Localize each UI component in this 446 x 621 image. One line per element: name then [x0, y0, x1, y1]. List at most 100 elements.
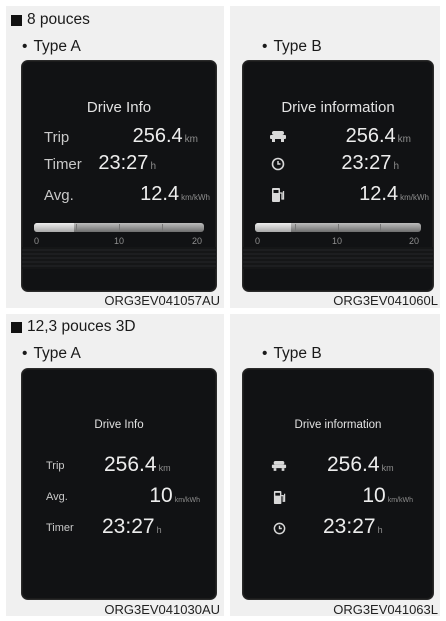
- row-label: Avg.: [44, 187, 74, 204]
- value-unit: km: [397, 134, 411, 145]
- subheading-type-b: • Type B: [262, 345, 322, 363]
- section-heading-12in: 12,3 pouces 3D: [11, 318, 136, 336]
- section-title: 12,3 pouces 3D: [27, 318, 136, 335]
- gauge-tick-label: 20: [192, 236, 203, 246]
- value-number: 256.4: [104, 453, 157, 476]
- row-value: 10 km/kWh: [362, 484, 413, 508]
- section-heading-8in: 8 pouces: [11, 11, 90, 29]
- info-row: 23:27 h: [243, 152, 433, 178]
- value-number: 12.4: [359, 183, 399, 205]
- screen-title: Drive information: [281, 99, 395, 116]
- info-row: Avg. 10 km/kWh: [22, 484, 216, 510]
- value-unit: km/kWh: [174, 497, 200, 504]
- gauge-tick: [162, 224, 163, 231]
- row-label: Avg.: [46, 491, 68, 503]
- info-row: Trip 256.4 km: [22, 125, 216, 151]
- info-row: 10 km/kWh: [243, 484, 433, 510]
- efficiency-gauge: 0 10 20: [255, 223, 421, 247]
- charging-station-icon: [271, 187, 285, 208]
- info-row: Trip 256.4 km: [22, 453, 216, 479]
- gauge-tick-label: 0: [255, 236, 261, 246]
- info-row: Avg. 12.4 km/kWh: [22, 183, 216, 209]
- value-unit: h: [156, 525, 162, 535]
- screen-title: Drive information: [294, 419, 382, 431]
- value-number: 23:27: [323, 515, 376, 538]
- gauge-tick: [338, 224, 339, 231]
- row-label: Timer: [44, 156, 82, 173]
- row-value: 12.4 km/kWh: [359, 183, 429, 206]
- cluster-screen-12in-type-a: Drive Info Trip 256.4 km Avg. 10 km/kWh Ti…: [21, 368, 217, 600]
- bullet-icon: •: [262, 38, 268, 55]
- value-unit: km: [381, 463, 394, 473]
- cluster-screen-12in-type-b: Drive information 256.4 km 10 km/kWh 23:27…: [242, 368, 434, 600]
- gauge-tick: [380, 224, 381, 231]
- info-row: 256.4 km: [243, 125, 433, 151]
- bullet-icon: •: [262, 345, 268, 362]
- cluster-screen-8in-type-a: Drive Info Trip 256.4 km Timer 23:27 h Avg…: [21, 60, 217, 292]
- row-value: 10 km/kWh: [149, 484, 200, 508]
- value-number: 256.4: [327, 453, 380, 476]
- screen-texture: [243, 247, 433, 269]
- subheading-label: Type B: [273, 38, 322, 55]
- subheading-type-b: • Type B: [262, 38, 322, 56]
- row-value: 23:27 h: [98, 152, 156, 175]
- screen-title: Drive Info: [86, 99, 152, 116]
- clock-icon: [271, 157, 285, 176]
- value-unit: km: [158, 463, 171, 473]
- value-unit: km/kWh: [400, 193, 429, 202]
- section-title: 8 pouces: [27, 11, 90, 28]
- subheading-type-a: • Type A: [22, 345, 81, 363]
- value-number: 12.4: [140, 183, 180, 205]
- row-value: 23:27 h: [341, 152, 399, 175]
- value-number: 23:27: [341, 152, 392, 174]
- info-row: Timer 23:27 h: [22, 152, 216, 178]
- gauge-tick-label: 10: [332, 236, 343, 246]
- gauge-fill: [34, 223, 74, 232]
- row-value: 12.4 km/kWh: [140, 183, 210, 206]
- figure-code: ORG3EV041030AU: [104, 602, 220, 617]
- value-number: 10: [149, 484, 173, 507]
- row-value: 256.4 km: [133, 125, 198, 148]
- value-number: 256.4: [132, 125, 183, 147]
- row-value: 256.4 km: [327, 453, 394, 477]
- row-label: Timer: [46, 522, 74, 534]
- screen-texture: [22, 247, 216, 269]
- charging-station-icon: [273, 490, 286, 510]
- gauge-tick: [76, 224, 77, 231]
- car-icon: [271, 459, 287, 477]
- row-value: 23:27 h: [102, 515, 162, 539]
- bullet-icon: •: [22, 38, 28, 55]
- square-bullet-icon: [11, 14, 22, 26]
- value-unit: km/kWh: [181, 193, 210, 202]
- row-label: Trip: [44, 129, 70, 146]
- value-unit: h: [393, 161, 399, 172]
- value-unit: km/kWh: [387, 497, 413, 504]
- cluster-screen-8in-type-b: Drive information 256.4 km 23:27 h 12.4 km/…: [242, 60, 434, 292]
- gauge-tick-label: 0: [34, 236, 40, 246]
- subheading-label: Type A: [33, 345, 81, 362]
- subheading-label: Type B: [273, 345, 322, 362]
- value-unit: km: [184, 134, 198, 145]
- clock-icon: [273, 522, 286, 540]
- gauge-fill: [255, 223, 291, 232]
- value-number: 23:27: [98, 152, 149, 174]
- square-bullet-icon: [11, 321, 22, 333]
- figure-code: ORG3EV041057AU: [104, 293, 220, 308]
- row-label: Trip: [46, 460, 65, 472]
- value-number: 10: [362, 484, 386, 507]
- value-number: 23:27: [102, 515, 155, 538]
- screen-title: Drive Info: [94, 419, 144, 431]
- gauge-tick: [295, 224, 296, 231]
- gauge-tick-label: 20: [409, 236, 420, 246]
- bullet-icon: •: [22, 345, 28, 362]
- info-row: 256.4 km: [243, 453, 433, 479]
- info-row: 23:27 h: [243, 515, 433, 541]
- figure-code: ORG3EV041063L: [333, 602, 438, 617]
- value-unit: h: [377, 525, 383, 535]
- info-row: Timer 23:27 h: [22, 515, 216, 541]
- row-value: 256.4 km: [104, 453, 171, 477]
- value-number: 256.4: [345, 125, 396, 147]
- figure-code: ORG3EV041060L: [333, 293, 438, 308]
- car-icon: [269, 129, 287, 148]
- efficiency-gauge: 0 10 20: [34, 223, 204, 247]
